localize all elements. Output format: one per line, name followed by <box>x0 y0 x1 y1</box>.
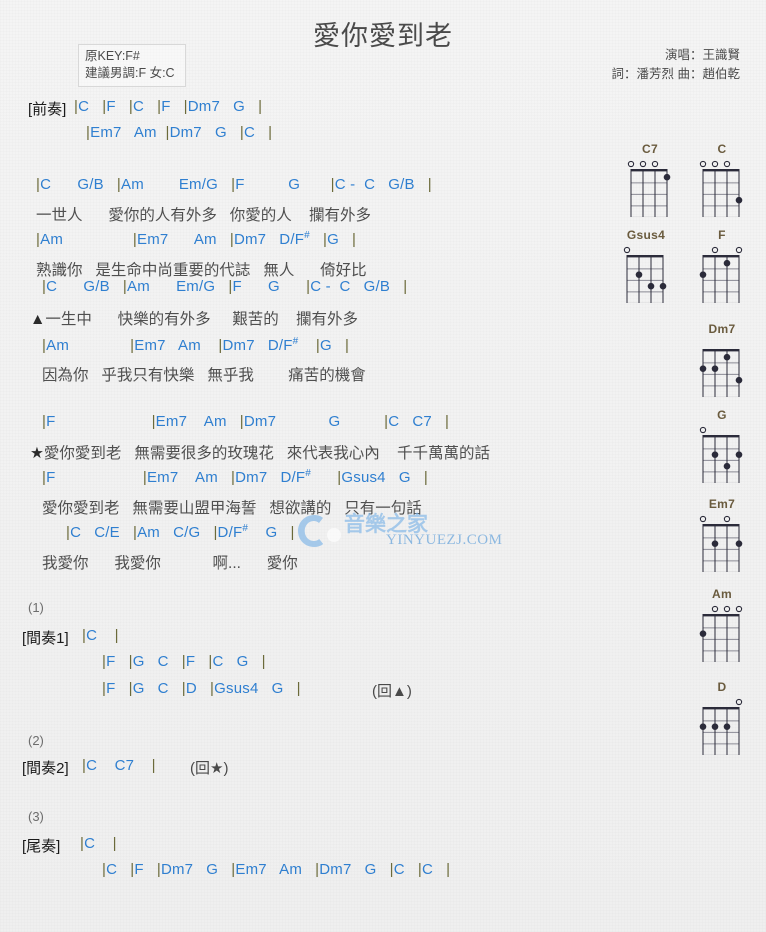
section-number-1: (1) <box>28 600 44 615</box>
section-number-3: (3) <box>28 809 44 824</box>
section-tag-2: [間奏2] <box>22 760 69 777</box>
chord-diagram-g: G <box>694 408 750 483</box>
suggested-key: 建議男調:F 女:C <box>85 66 175 80</box>
chord-line-8: |C C/E |Am C/G |D/F# G | <box>66 523 295 541</box>
chord-diagram-dm7: Dm7 <box>694 322 750 397</box>
lyric-line-3: 熟識你 是生命中尚重要的代誌 無人 倚好比 <box>36 262 367 279</box>
chord-line-0: |C |F |C |F |Dm7 G | <box>74 98 263 115</box>
key-info-box: 原KEY:F# 建議男調:F 女:C <box>78 44 186 87</box>
repeat-marker-2: (回★) <box>190 760 229 777</box>
section-1-chord-row-1: |F |G C |F |C G | <box>102 653 266 670</box>
watermark-text: YINYUEZJ.COM <box>386 532 503 548</box>
chord-fretboard-icon <box>622 157 678 217</box>
writer-credit: 詞：潘芳烈 曲：趙伯乾 <box>611 67 740 81</box>
chord-line-2: |C G/B |Am Em/G |F G |C - C G/B | <box>36 176 432 193</box>
section-2-chord-row-0: |C C7 | <box>82 757 156 774</box>
section-number-2: (2) <box>28 733 44 748</box>
chord-diagram-d: D <box>694 680 750 755</box>
singer-credit: 演唱：王識賢 <box>664 48 740 62</box>
chord-sheet: 愛你愛到老 原KEY:F# 建議男調:F 女:C 演唱：王識賢 詞：潘芳烈 曲：… <box>0 0 766 932</box>
chord-fretboard-icon <box>694 423 750 483</box>
lyric-line-5: 因為你 乎我只有快樂 無乎我 痛苦的機會 <box>42 367 366 384</box>
chord-diagram-c: C <box>694 142 750 217</box>
section-1-chord-row-0: |C | <box>82 627 119 644</box>
chord-diagram-am: Am <box>694 587 750 662</box>
section-1-chord-row-2: |F |G C |D |Gsus4 G | <box>102 680 301 697</box>
chord-diagram-label: Am <box>712 587 732 601</box>
original-key: 原KEY:F# <box>85 49 140 63</box>
chord-diagram-label: C7 <box>642 142 658 156</box>
chord-fretboard-icon <box>694 695 750 755</box>
chord-diagram-label: G <box>717 408 727 422</box>
chord-line-5: |Am |Em7 Am |Dm7 D/F# |G | <box>42 336 350 354</box>
chord-diagram-label: Dm7 <box>708 322 736 336</box>
chord-diagram-f: F <box>694 228 750 303</box>
chord-fretboard-icon <box>618 243 674 303</box>
lyric-line-8: 我愛你 我愛你 啊... 愛你 <box>42 555 298 572</box>
lyric-line-2: 一世人 愛你的人有外多 你愛的人 攔有外多 <box>36 207 371 224</box>
chord-line-3: |Am |Em7 Am |Dm7 D/F# |G | <box>36 230 357 248</box>
chord-fretboard-icon <box>694 337 750 397</box>
section-tag-1: [間奏1] <box>22 630 69 647</box>
chord-diagram-label: C <box>717 142 727 156</box>
chord-line-7: |F |Em7 Am |Dm7 D/F# |Gsus4 G | <box>42 468 428 486</box>
chord-diagram-em7: Em7 <box>694 497 750 572</box>
section-3-chord-row-1: |C |F |Dm7 G |Em7 Am |Dm7 G |C |C | <box>102 861 451 878</box>
section-tag-intro: [前奏] <box>28 101 67 118</box>
chord-diagram-label: D <box>717 680 727 694</box>
chord-line-6: |F |Em7 Am |Dm7 G |C C7 | <box>42 413 450 430</box>
chord-fretboard-icon <box>694 157 750 217</box>
credits: 演唱：王識賢 詞：潘芳烈 曲：趙伯乾 <box>612 46 740 84</box>
chord-fretboard-icon <box>694 512 750 572</box>
section-3-chord-row-0: |C | <box>80 835 117 852</box>
lyric-line-7: 愛你愛到老 無需要山盟甲海誓 想欲講的 只有一句話 <box>42 500 422 517</box>
lyric-line-4: ▲一生中 快樂的有外多 艱苦的 攔有外多 <box>30 311 358 328</box>
chord-diagram-gsus4: Gsus4 <box>618 228 674 303</box>
chord-line-4: |C G/B |Am Em/G |F G |C - C G/B | <box>42 278 408 295</box>
lyric-line-6: ★愛你愛到老 無需要很多的玫瑰花 來代表我心內 千千萬萬的話 <box>30 445 490 462</box>
repeat-marker-1: (回▲) <box>372 683 412 700</box>
section-tag-3: [尾奏] <box>22 838 61 855</box>
chord-diagram-label: F <box>718 228 726 242</box>
chord-diagram-label: Em7 <box>708 497 736 511</box>
chord-diagram-label: Gsus4 <box>626 228 666 242</box>
chord-fretboard-icon <box>694 243 750 303</box>
chord-line-1: |Em7 Am |Dm7 G |C | <box>86 124 273 141</box>
chord-fretboard-icon <box>694 602 750 662</box>
chord-diagram-c7: C7 <box>622 142 678 217</box>
